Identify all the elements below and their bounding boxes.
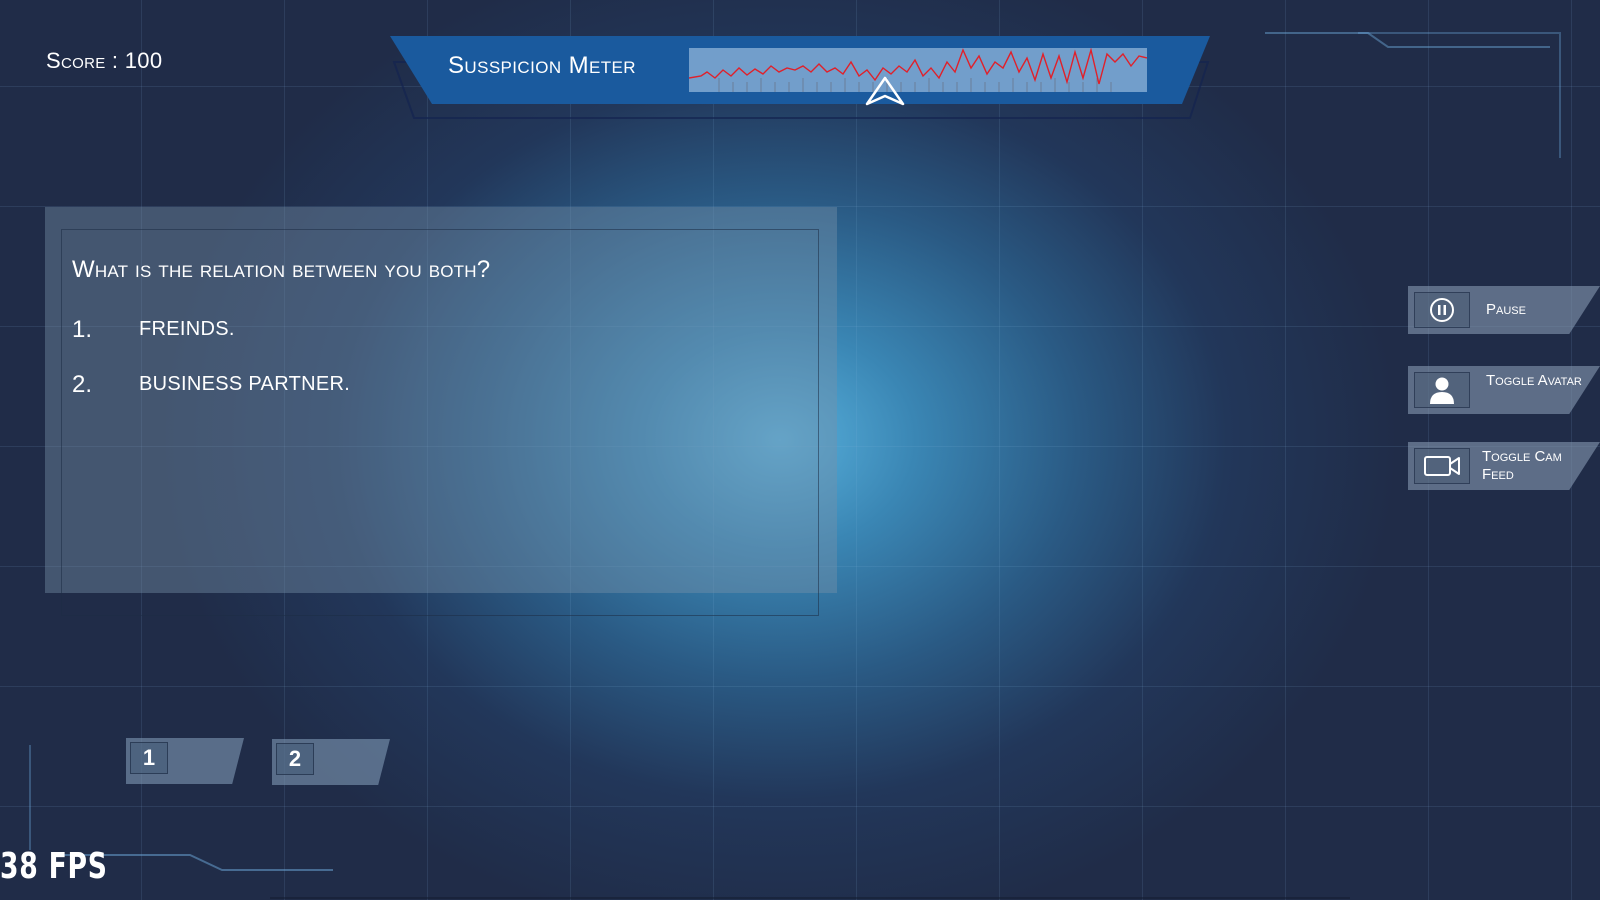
suspicion-waveform: [688, 47, 1148, 92]
score-label: Score : 100: [46, 48, 163, 73]
toggle-avatar-button-label: Toggle Avatar: [1486, 372, 1582, 389]
option-1-number: 1.: [72, 316, 93, 343]
pause-button-label: Pause: [1486, 301, 1526, 318]
toggle-cam-feed-button-label: Toggle Cam Feed: [1482, 448, 1562, 483]
video-camera-icon: [1414, 448, 1470, 484]
option-2-number: 2.: [72, 371, 93, 398]
arrow-up-icon: [865, 76, 905, 106]
answer-button-2-label: 2: [276, 743, 314, 775]
suspicion-meter-graph: [688, 47, 1148, 92]
toggle-cam-feed-button[interactable]: Toggle Cam Feed: [1408, 442, 1600, 490]
question-text: What is the relation between you both?: [72, 256, 491, 283]
answer-button-2[interactable]: 2: [272, 739, 390, 785]
option-2-text: BUSINESS PARTNER.: [139, 373, 351, 395]
toggle-avatar-button[interactable]: Toggle Avatar: [1408, 366, 1600, 414]
bottom-divider-line: [270, 897, 1350, 899]
fps-counter: 38 FPS: [0, 846, 108, 887]
corner-decoration-top-right: [1265, 32, 1561, 158]
question-panel-border: [61, 229, 819, 616]
pause-button[interactable]: Pause: [1408, 286, 1600, 334]
answer-button-1-label: 1: [130, 742, 168, 774]
person-icon: [1414, 372, 1470, 408]
answer-button-1[interactable]: 1: [126, 738, 244, 784]
option-1-text: FREINDS.: [139, 318, 235, 340]
suspicion-meter-title: Susspicion Meter: [448, 52, 636, 79]
pause-icon: [1414, 292, 1470, 328]
